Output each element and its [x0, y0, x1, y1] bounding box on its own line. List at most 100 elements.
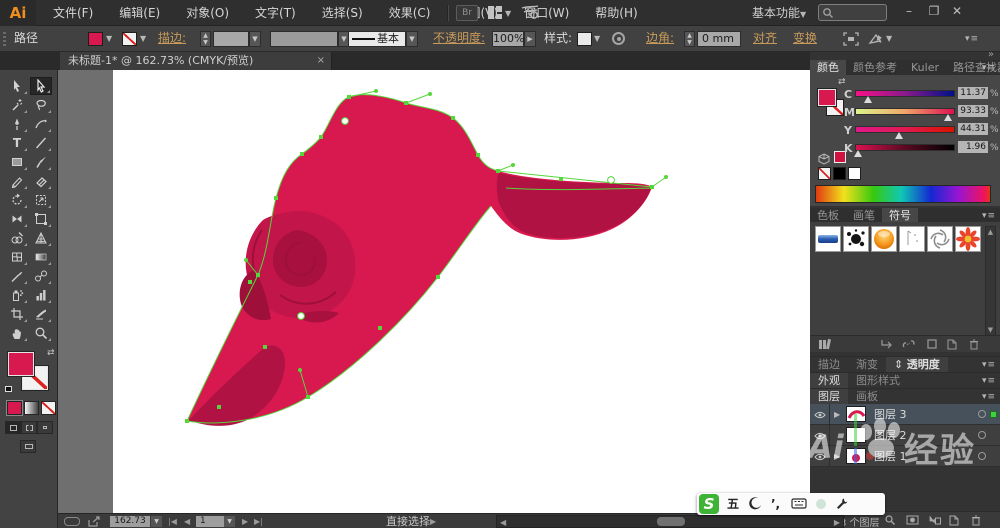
tab-graphic-styles[interactable]: 图形样式: [848, 373, 908, 388]
fill-proxy-swatch[interactable]: [8, 352, 34, 376]
arrange-documents-caret[interactable]: ▼: [505, 9, 511, 18]
tool-type[interactable]: T: [6, 134, 28, 152]
layer-row-2[interactable]: 图层 2: [810, 425, 1000, 446]
status-expand-icon[interactable]: ▶: [430, 514, 436, 528]
tool-symbol-sprayer[interactable]: [6, 286, 28, 304]
none-mode-button[interactable]: [41, 401, 56, 415]
artboard[interactable]: [58, 70, 810, 513]
symbol-sketch-marks[interactable]: [899, 226, 925, 252]
workspace-caret[interactable]: ▼: [800, 10, 806, 19]
share-icon[interactable]: [88, 516, 100, 528]
expand-layer-icon[interactable]: ▶: [834, 410, 840, 419]
symbol-options-icon[interactable]: [926, 338, 938, 353]
tool-magic-wand[interactable]: [6, 96, 28, 114]
layer-name[interactable]: 图层 1: [874, 446, 907, 467]
app-logo[interactable]: Ai: [0, 0, 36, 26]
tool-line-segment[interactable]: [30, 134, 52, 152]
color-spectrum-bar[interactable]: [815, 185, 991, 203]
tool-scale[interactable]: [30, 191, 52, 209]
menu-file[interactable]: 文件(F): [40, 0, 106, 26]
tab-swatches[interactable]: 色板: [810, 208, 846, 223]
ime-skin-icon[interactable]: [815, 493, 827, 515]
scroll-right-icon[interactable]: ▶: [834, 515, 840, 528]
stroke-width-value[interactable]: [213, 31, 249, 47]
symbol-libraries-icon[interactable]: [818, 338, 832, 353]
color-fill-proxy[interactable]: [818, 89, 836, 106]
visibility-eye-icon[interactable]: [810, 404, 830, 425]
channel-y-slider[interactable]: [855, 126, 955, 133]
channel-k-value[interactable]: 1.96: [958, 141, 988, 153]
ime-toolbar[interactable]: S 五 ’,: [697, 493, 885, 515]
clipping-mask-icon[interactable]: [906, 514, 919, 528]
tab-brushes[interactable]: 画笔: [846, 208, 882, 223]
color-panel-menu-icon[interactable]: ▾≡: [982, 63, 996, 73]
prev-artboard-icon[interactable]: ◀: [184, 514, 190, 528]
ime-toolbox-wrench-icon[interactable]: [835, 493, 848, 515]
layer-target-icon[interactable]: [978, 410, 986, 418]
workspace-switcher[interactable]: 基本功能: [752, 0, 800, 26]
scroll-down-icon[interactable]: ▼: [986, 326, 995, 334]
menu-help[interactable]: 帮助(H): [582, 0, 650, 26]
graphic-style-swatch[interactable]: [577, 32, 592, 46]
tab-kuler[interactable]: Kuler: [904, 60, 946, 75]
tool-free-transform[interactable]: [30, 210, 52, 228]
color-mode-button[interactable]: [7, 401, 22, 415]
black-swatch[interactable]: [833, 167, 846, 180]
tab-gradient[interactable]: 渐变: [848, 357, 886, 372]
fill-color-caret[interactable]: ▼: [106, 34, 112, 43]
document-tab[interactable]: 未标题-1* @ 162.73% (CMYK/预览) ×: [60, 52, 332, 70]
tool-rectangle[interactable]: [6, 153, 28, 171]
place-symbol-icon[interactable]: [880, 338, 893, 353]
control-bar-grip[interactable]: [3, 32, 6, 46]
graphic-style-caret[interactable]: ▼: [594, 34, 600, 43]
stroke-width-stepper[interactable]: ▲▼: [200, 31, 211, 47]
screen-mode-button[interactable]: [20, 440, 36, 453]
current-tool-status[interactable]: 直接选择: [328, 514, 488, 528]
last-artboard-icon[interactable]: ▶|: [254, 514, 263, 528]
tool-hand[interactable]: [6, 324, 28, 342]
tool-eraser[interactable]: [30, 172, 52, 190]
cs-live-icon[interactable]: [520, 4, 540, 25]
channel-y-value[interactable]: 44.31: [958, 123, 988, 135]
tool-width[interactable]: [6, 210, 28, 228]
transparency-panel-menu-icon[interactable]: ▾≡: [982, 360, 996, 370]
isolate-object-icon[interactable]: [843, 32, 859, 49]
stroke-link[interactable]: 描边:: [158, 26, 186, 51]
opacity-value[interactable]: 100%: [492, 31, 524, 47]
tool-slice[interactable]: [30, 305, 52, 323]
layer-name[interactable]: 图层 2: [874, 425, 907, 446]
stroke-color-caret[interactable]: ▼: [140, 34, 146, 43]
width-profile-select[interactable]: [270, 31, 338, 47]
fill-color-swatch[interactable]: [88, 32, 103, 46]
layer-row-3[interactable]: ▶ 图层 3: [810, 404, 1000, 425]
visibility-eye-icon[interactable]: [810, 446, 830, 467]
opacity-link[interactable]: 不透明度:: [433, 26, 485, 51]
tool-artboard[interactable]: [6, 305, 28, 323]
scroll-up-icon[interactable]: ▲: [986, 228, 995, 236]
select-similar-caret[interactable]: ▼: [886, 34, 892, 43]
menu-select[interactable]: 选择(S): [309, 0, 376, 26]
tab-color-guide[interactable]: 颜色参考: [846, 60, 904, 75]
layer-target-icon[interactable]: [978, 452, 986, 460]
symbol-red-daisy[interactable]: [955, 226, 981, 252]
channel-m-slider[interactable]: [855, 108, 955, 115]
canvas-area[interactable]: [58, 70, 810, 513]
menu-edit[interactable]: 编辑(E): [106, 0, 173, 26]
ime-keyboard-icon[interactable]: [791, 493, 807, 515]
zoom-level-input[interactable]: 162.73: [110, 516, 150, 527]
collapse-panels-icon[interactable]: »: [988, 49, 994, 60]
align-link[interactable]: 对齐: [753, 26, 777, 51]
scrollbar-thumb[interactable]: [657, 517, 685, 526]
tab-close-icon[interactable]: ×: [317, 52, 325, 70]
menu-effect[interactable]: 效果(C): [376, 0, 444, 26]
locate-object-icon[interactable]: [884, 514, 896, 528]
new-symbol-icon[interactable]: [946, 338, 958, 353]
tab-stroke[interactable]: 描边: [810, 357, 848, 372]
white-swatch[interactable]: [848, 167, 861, 180]
channel-y-thumb[interactable]: [895, 132, 903, 139]
tool-lasso[interactable]: [30, 96, 52, 114]
tool-column-graph[interactable]: [30, 286, 52, 304]
symbols-panel-menu-icon[interactable]: ▾≡: [982, 211, 996, 221]
layers-panel-menu-icon[interactable]: ▾≡: [982, 392, 996, 402]
menu-object[interactable]: 对象(O): [173, 0, 242, 26]
